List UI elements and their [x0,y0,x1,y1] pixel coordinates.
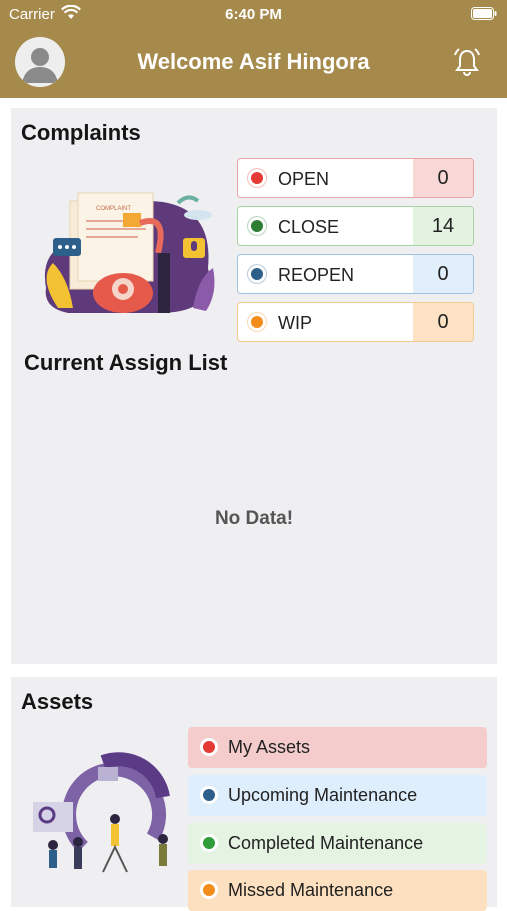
asset-dot [200,834,218,852]
assign-list-title: Current Assign List [24,350,228,375]
asset-label: Missed Maintenance [228,880,394,900]
status-count: 0 [413,159,473,197]
status-close-row[interactable]: CLOSE 14 [237,206,474,246]
status-count: 0 [413,303,473,341]
status-open-row[interactable]: OPEN 0 [237,158,474,198]
app-header: Carrier 6:40 PM Welcome Asif Hingora [0,0,507,98]
status-reopen-row[interactable]: REOPEN 0 [237,254,474,294]
completed-maintenance-item[interactable]: Completed Maintenance [188,823,487,864]
status-count: 14 [413,207,473,245]
empty-state-text: No Data! [214,508,294,529]
asset-label: Upcoming Maintenance [228,785,418,805]
complaints-card: Complaints COMPLAINT OPEN 0 CLOSE 14 REO… [11,108,497,664]
status-dot [248,217,266,235]
complaint-doc-text: COMPLAINT [96,206,131,212]
status-wip-row[interactable]: WIP 0 [237,302,474,342]
status-dot [248,265,266,283]
status-dot [248,169,266,187]
status-count: 0 [413,255,473,293]
complaints-title: Complaints [21,120,141,145]
upcoming-maintenance-item[interactable]: Upcoming Maintenance [188,775,487,816]
asset-dot [200,881,218,899]
status-dot [248,313,266,331]
bell-icon[interactable] [453,47,481,77]
missed-maintenance-item[interactable]: Missed Maintenance [188,870,487,911]
assets-title: Assets [21,689,94,714]
status-label: OPEN [278,169,330,189]
maintenance-team-illustration [33,752,170,873]
my-assets-item[interactable]: My Assets [188,727,487,768]
asset-label: My Assets [228,737,311,757]
asset-dot [200,786,218,804]
status-label: REOPEN [278,265,355,285]
status-label: CLOSE [278,217,340,237]
battery-icon [471,7,497,20]
assets-card: Assets My Assets Upcoming Maintenance Co… [11,677,497,911]
status-time: 6:40 PM [225,6,282,23]
page-title: Welcome Asif Hingora [137,49,370,74]
status-bar: Carrier 6:40 PM [0,0,507,28]
asset-dot [200,738,218,756]
asset-label: Completed Maintenance [228,833,424,853]
status-label: WIP [278,313,312,333]
complaint-phone-illustration: COMPLAINT [44,192,215,313]
